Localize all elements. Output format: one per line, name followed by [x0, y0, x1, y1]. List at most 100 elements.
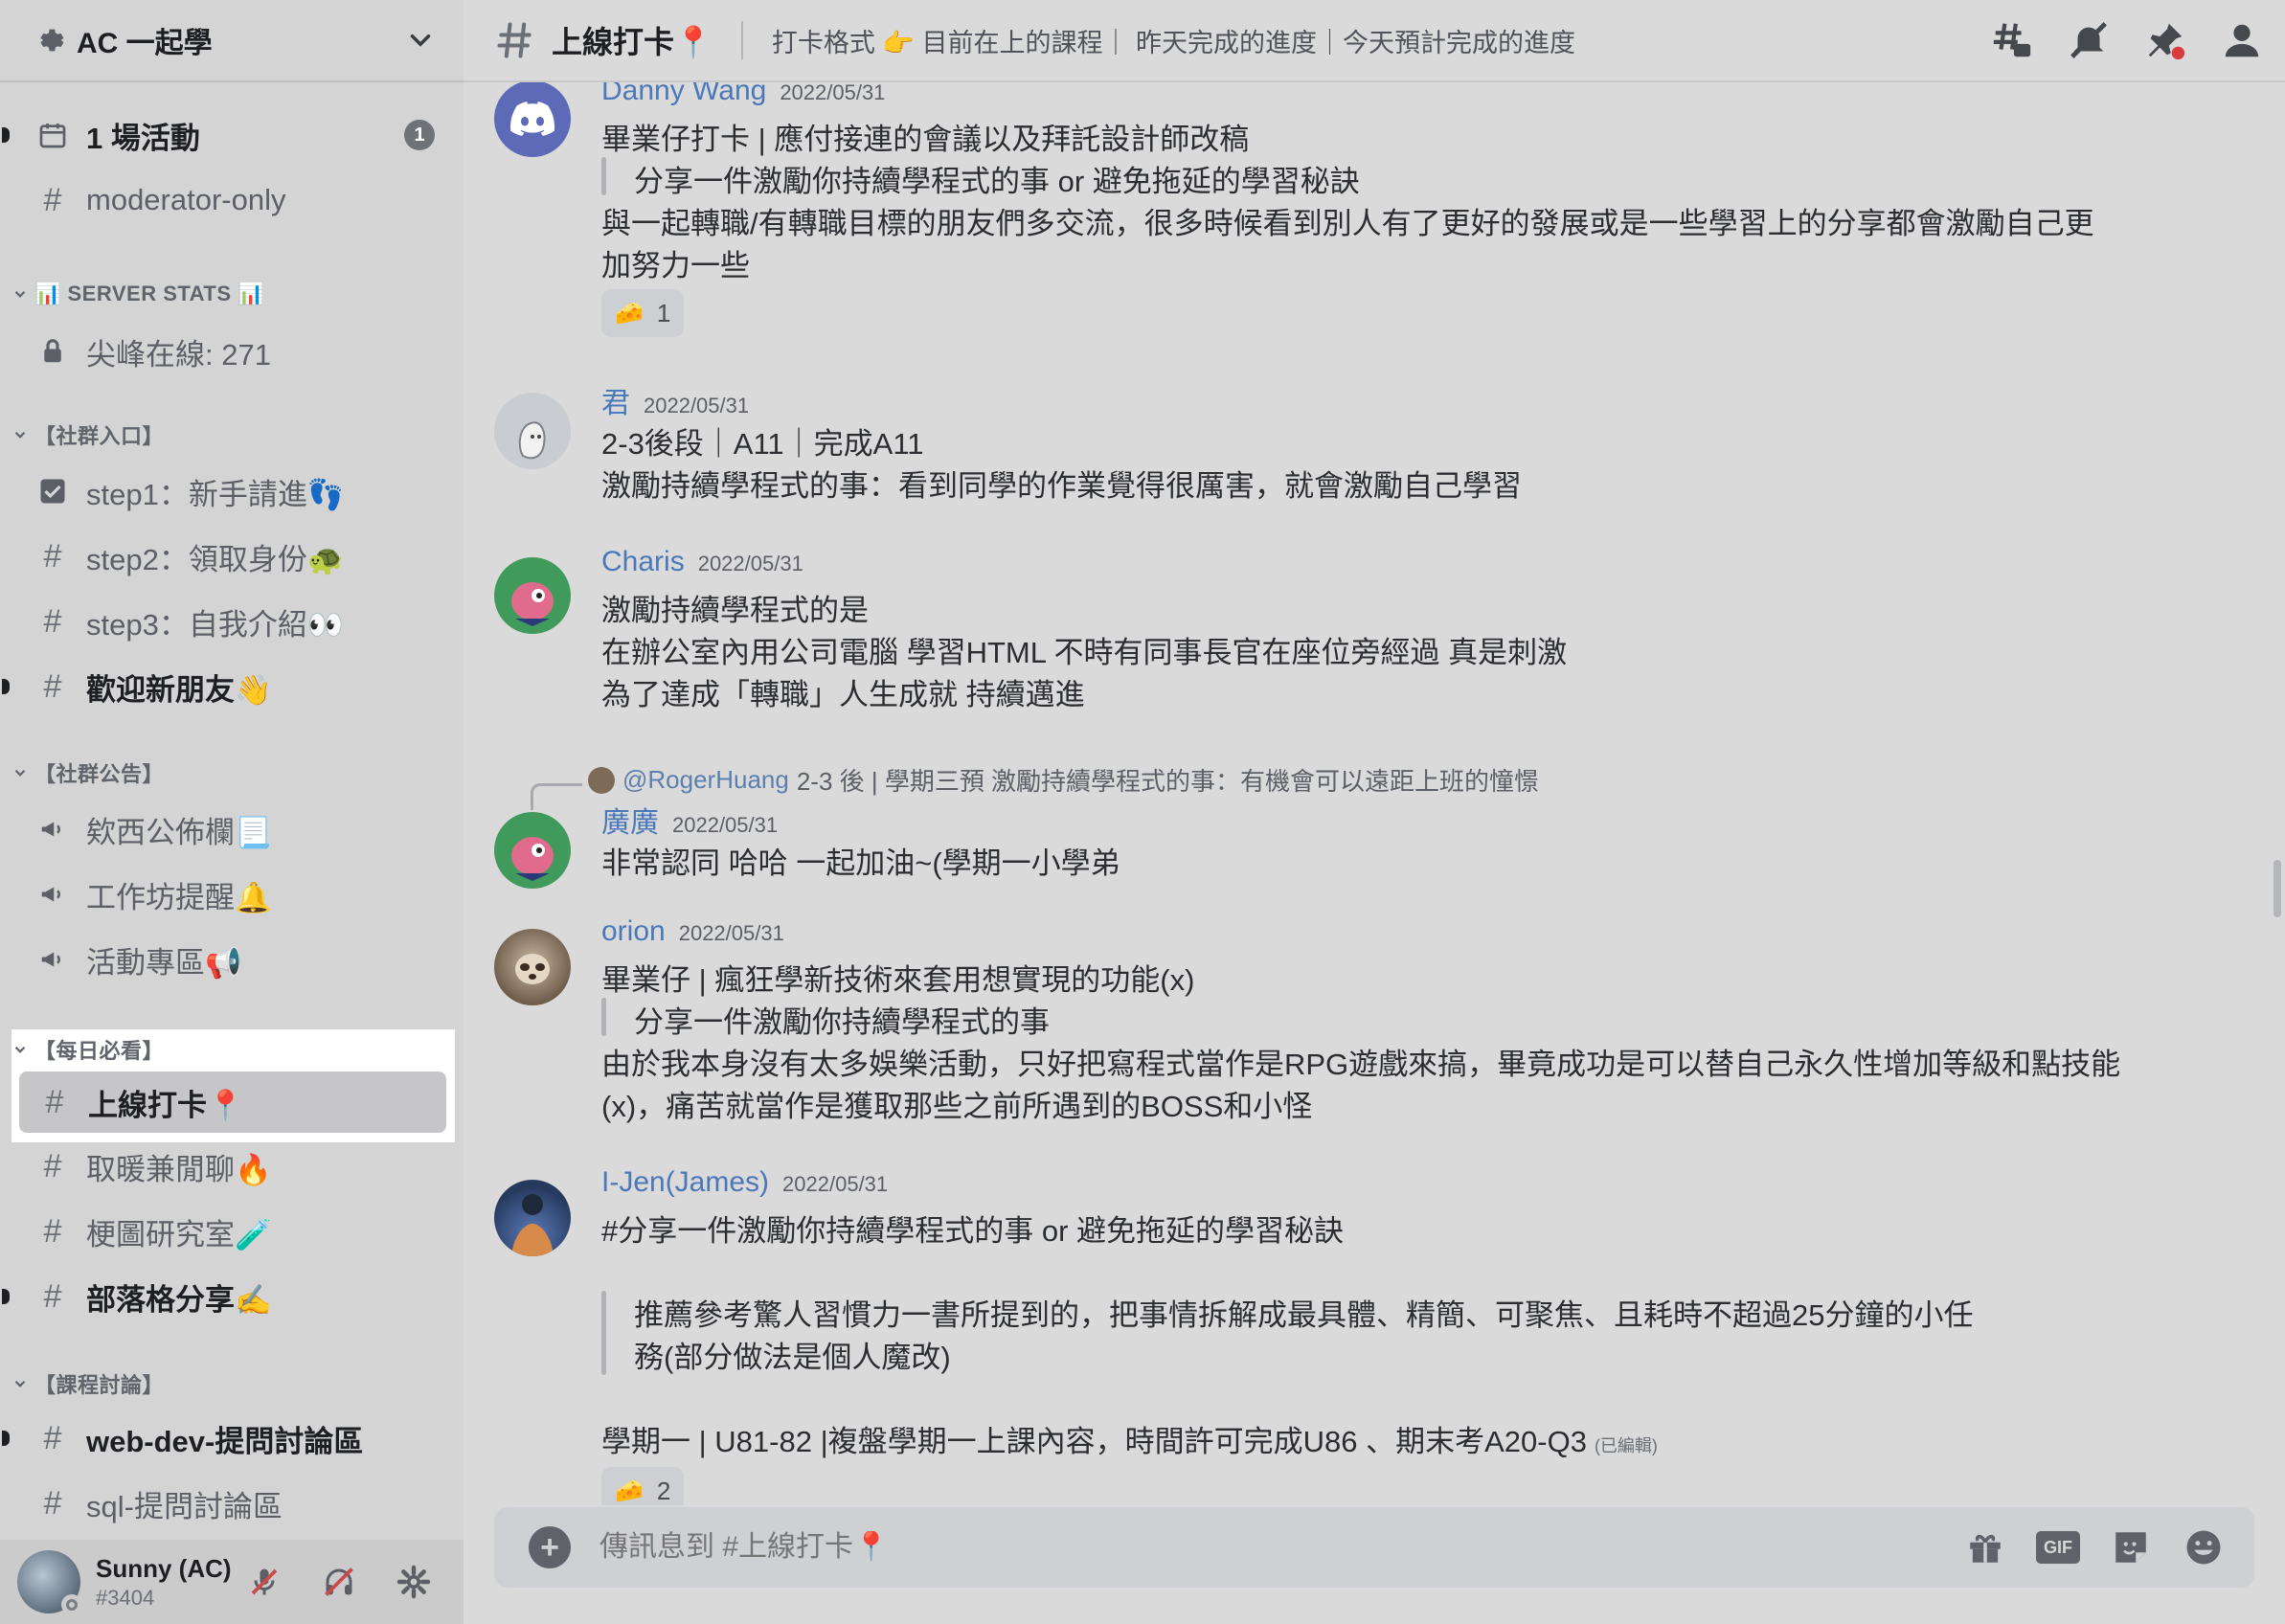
reply-mention[interactable]: @RogerHuang: [622, 765, 789, 795]
sidebar-item-memes[interactable]: # 梗圖研究室🧪: [17, 1204, 448, 1259]
sidebar-item-welcome[interactable]: # 歡迎新朋友👋: [2, 659, 448, 714]
category-community-announcements[interactable]: 【社群公告】: [11, 756, 164, 789]
message-header: I-Jen(James) 2022/05/31: [601, 1166, 888, 1199]
category-community-entry[interactable]: 【社群入口】: [11, 418, 164, 451]
members-icon[interactable]: [2220, 18, 2264, 62]
user-settings-button[interactable]: [393, 1561, 435, 1603]
muted-mic-icon: [251, 1568, 278, 1595]
reaction-count: 2: [656, 1476, 671, 1505]
author-name[interactable]: orion: [601, 915, 666, 947]
blockquote-bar: [601, 157, 606, 195]
blockquote-text: 務(部分做法是個人魔改): [634, 1341, 951, 1374]
avatar[interactable]: [494, 812, 571, 889]
threads-icon[interactable]: [1990, 18, 2034, 62]
avatar[interactable]: [17, 1550, 82, 1615]
sidebar: AC 一起學 1 場活動 1 # moderator-only 📊 SERVER…: [0, 0, 464, 1624]
add-attachment-button[interactable]: +: [529, 1526, 571, 1568]
sidebar-item-bulletin[interactable]: 欸西公佈欄📃: [17, 801, 448, 857]
sidebar-item-step2[interactable]: # step2：領取身份🐢: [17, 529, 448, 584]
author-name[interactable]: Charis: [601, 546, 685, 577]
megaphone-icon: [34, 811, 71, 847]
sidebar-item-sql[interactable]: # sql-提問討論區: [17, 1476, 448, 1531]
message-text: 畢業仔 | 瘋狂學新技術來套用想實現的功能(x): [601, 963, 1195, 997]
unread-indicator: [2, 679, 10, 694]
scrollbar-thumb[interactable]: [2274, 860, 2281, 917]
category-course-discussion[interactable]: 【課程討論】: [11, 1367, 164, 1400]
message-input[interactable]: [600, 1531, 1963, 1564]
timestamp: 2022/05/31: [780, 82, 886, 104]
sidebar-item-chat[interactable]: # 取暖兼閒聊🔥: [17, 1139, 448, 1194]
sidebar-item-step3[interactable]: # step3：自我介紹👀: [17, 594, 448, 649]
author-name[interactable]: 君: [601, 388, 630, 419]
sidebar-item-blog-share[interactable]: # 部落格分享✍️: [2, 1269, 448, 1324]
server-header[interactable]: AC 一起學: [0, 0, 464, 82]
sidebar-item-checkin[interactable]: # 上線打卡📍: [19, 1071, 446, 1133]
user-info[interactable]: Sunny (AC) #3404: [96, 1554, 243, 1611]
emoji-button[interactable]: [2182, 1525, 2226, 1569]
sidebar-item-step1[interactable]: step1：新手請進👣: [17, 463, 448, 519]
sticker-button[interactable]: [2109, 1525, 2153, 1569]
channel-topic[interactable]: 打卡格式 👉 目前在上的課程｜ 昨天完成的進度｜今天預計完成的進度: [772, 22, 1957, 59]
sidebar-item-label: 部落格分享✍️: [86, 1282, 272, 1317]
avatar[interactable]: [494, 557, 571, 634]
message-text: (x)，痛苦就當作是獲取那些之前所遇到的BOSS和小怪: [601, 1090, 1313, 1123]
timestamp: 2022/05/31: [644, 394, 750, 417]
sidebar-item-workshop[interactable]: 工作坊提醒🔔: [17, 867, 448, 922]
sidebar-item-label: 1 場活動: [86, 121, 200, 155]
reaction-button[interactable]: 🧀 1: [601, 289, 685, 337]
sloth-avatar-icon: [515, 954, 550, 984]
lock-icon: [34, 333, 71, 370]
avatar[interactable]: [494, 929, 571, 1005]
mute-mic-button[interactable]: [243, 1561, 285, 1603]
sidebar-item-label: web-dev-提問討論區: [86, 1424, 364, 1458]
author-name[interactable]: I-Jen(James): [601, 1166, 769, 1198]
sidebar-item-moderator-only[interactable]: # moderator-only: [17, 172, 448, 228]
gif-button[interactable]: GIF: [2036, 1525, 2080, 1569]
reply-preview[interactable]: @RogerHuang 2-3 後 | 學期三預 激勵持續學程式的事：有機會可以…: [588, 762, 1539, 798]
avatar[interactable]: [494, 393, 571, 469]
pin-icon[interactable]: [2143, 18, 2187, 62]
channel-header: 上線打卡📍 打卡格式 👉 目前在上的課程｜ 昨天完成的進度｜今天預計完成的進度: [464, 0, 2285, 82]
caret-down-icon: [14, 1380, 26, 1387]
avatar[interactable]: [494, 1180, 571, 1256]
megaphone-icon: [34, 876, 71, 913]
sidebar-item-peak-online[interactable]: 尖峰在線: 271: [17, 324, 448, 379]
message-list: Danny Wang 2022/05/31 畢業仔打卡 | 應付接連的會議以及拜託…: [464, 82, 2285, 1505]
message-text-content: 學期一 | U81-82 |複盤學期一上課內容，時間許可完成U86 、期末考A2…: [601, 1425, 1587, 1458]
message-text: 在辦公室內用公司電腦 學習HTML 不時有同事長官在座位旁經過 真是刺激: [601, 636, 1568, 669]
sidebar-item-activities[interactable]: 活動專區📢: [17, 932, 448, 987]
caret-down-icon: [14, 1046, 26, 1053]
category-server-stats[interactable]: 📊 SERVER STATS 📊: [11, 278, 264, 310]
server-name: AC 一起學: [77, 28, 213, 59]
deafen-button[interactable]: [318, 1561, 360, 1603]
gift-icon: [1970, 1534, 2001, 1563]
sidebar-item-web-dev[interactable]: # web-dev-提問討論區: [2, 1410, 448, 1466]
hashtag-icon: #: [45, 1083, 64, 1120]
sidebar-item-label: step2：領取身份🐢: [86, 542, 345, 576]
message-header: orion 2022/05/31: [601, 915, 784, 948]
gear-icon: [396, 1565, 431, 1599]
status-indicator: [61, 1594, 82, 1615]
edited-label: (已編輯): [1594, 1436, 1658, 1455]
category-daily-must-see[interactable]: 【每日必看】: [11, 1033, 164, 1066]
sidebar-item-events[interactable]: 1 場活動 1: [2, 107, 448, 163]
sidebar-item-label: step1：新手請進👣: [86, 477, 345, 511]
author-name[interactable]: Danny Wang: [601, 82, 766, 106]
reply-avatar: [588, 766, 615, 794]
thread-hashtag-icon: [497, 22, 532, 58]
hashtag-icon: #: [43, 602, 62, 640]
chevron-down-icon[interactable]: [404, 24, 437, 56]
pink-creature-avatar-icon: [511, 837, 554, 881]
sidebar-item-label: sql-提問討論區: [86, 1489, 283, 1523]
message-header: 廣廣 2022/05/31: [601, 799, 778, 841]
timestamp: 2022/05/31: [672, 813, 779, 837]
author-name[interactable]: 廣廣: [601, 807, 659, 839]
deafened-headphones-icon: [325, 1568, 353, 1596]
avatar[interactable]: [494, 82, 571, 157]
blockquote-text: 分享一件激勵你持續學程式的事 or 避免拖延的學習秘訣: [634, 165, 1360, 198]
mute-bell-icon[interactable]: [2067, 18, 2111, 62]
reaction-button[interactable]: 🧀 2: [601, 1467, 685, 1505]
caret-down-icon: [14, 431, 26, 439]
hashtag-thread-icon: #: [43, 1147, 62, 1184]
gift-button[interactable]: [1963, 1525, 2007, 1569]
